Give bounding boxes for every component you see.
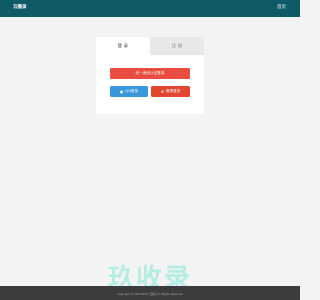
top-navbar: 云圈录 首页 <box>0 0 300 17</box>
weibo-login-label: 微博登录 <box>165 89 181 93</box>
tab-register[interactable]: 注 册 <box>150 37 204 55</box>
weibo-icon: ✻ <box>160 88 164 94</box>
footer: Copyright © 2015-2021 云圈录 All Rights Res… <box>0 286 300 300</box>
qq-login-button[interactable]: ● QQ登录 <box>110 86 148 97</box>
qq-login-label: QQ登录 <box>125 89 139 93</box>
weibo-login-button[interactable]: ✻ 微博登录 <box>151 86 190 97</box>
unified-login-button[interactable]: 统一身份认证登录 <box>110 68 190 79</box>
tab-login[interactable]: 登 录 <box>96 37 150 55</box>
qq-icon: ● <box>119 88 124 94</box>
login-card: 登 录 注 册 统一身份认证登录 ● QQ登录 ✻ 微博登录 <box>96 37 204 114</box>
site-brand[interactable]: 云圈录 <box>13 4 27 10</box>
unified-login-label: 统一身份认证登录 <box>135 71 165 75</box>
login-tabs: 登 录 注 册 <box>96 37 204 55</box>
copyright-text: Copyright © 2015-2021 云圈录 All Rights Res… <box>117 293 183 296</box>
home-link[interactable]: 首页 <box>277 4 286 10</box>
